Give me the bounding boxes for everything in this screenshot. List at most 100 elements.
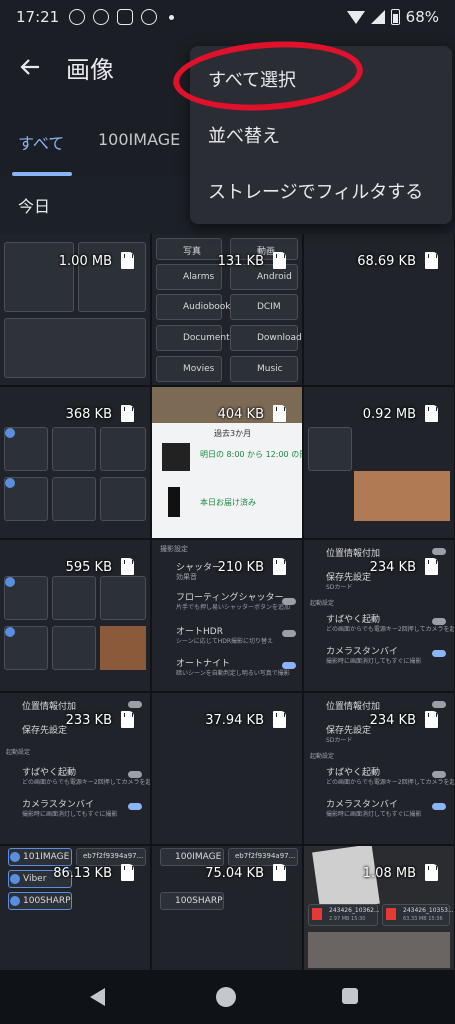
setting-subtitle: 撮影時に画面消灯してもすぐに撮影 [22, 811, 118, 818]
settings-section: 起動設定 [310, 753, 335, 760]
folder-name: 100SHARP [23, 896, 71, 906]
thumbnail[interactable]: 位置情報付加 保存先設定 SDカード 起動設定 すばやく起動 どの画面からでも電… [304, 693, 454, 844]
folder-tile: 100SHARP [160, 892, 224, 910]
file-size: 86.13 KB [53, 866, 112, 881]
check-icon [5, 627, 15, 637]
folder-name: eb7f2f9394a97... [83, 852, 144, 860]
toggle [128, 771, 142, 778]
thumbnail[interactable]: 37.94 KB [152, 693, 302, 844]
check-icon [5, 577, 15, 587]
folder-name: DCIM [257, 302, 281, 312]
folder-tile: Alarms [156, 264, 222, 290]
folder-tile: 写真 [156, 238, 222, 260]
toggle [128, 701, 142, 708]
check-icon [5, 428, 15, 438]
folder-name: Android [257, 272, 292, 282]
file-size: 368 KB [65, 407, 112, 422]
file-size: 68.69 KB [357, 254, 416, 269]
file-meta: 2.97 MB 15:30 [329, 916, 366, 922]
sd-card-icon [121, 558, 134, 575]
thumbnail[interactable]: 撮影設定 シャッター 効果音 フローティングシャッター 片手でも押し易いシャッタ… [152, 540, 302, 691]
folder-tile: Movies [156, 356, 222, 382]
folder-name: eb7f2f9394a97... [235, 852, 296, 860]
settings-section: 起動設定 [6, 749, 31, 756]
thumbnail[interactable]: 368 KB [0, 387, 150, 538]
section-label: 今日 [18, 197, 51, 216]
sd-card-icon [273, 252, 286, 269]
thumb-panel [78, 242, 146, 312]
file-size: 75.04 KB [205, 866, 264, 881]
navigation-bar [0, 970, 455, 1024]
thumbnail[interactable]: 595 KB [0, 540, 150, 691]
check-icon [10, 896, 20, 906]
file-size: 234 KB [369, 560, 416, 575]
thumb-panel [100, 427, 146, 471]
more-notifications-icon [169, 14, 175, 20]
setting-subtitle: 撮影時に画面消灯してもすぐに撮影 [326, 811, 422, 818]
setting-subtitle: SDカード [326, 737, 353, 744]
setting-subtitle: 撮影時に画面消灯してもすぐに撮影 [326, 658, 422, 665]
menu-item-filter-by-storage[interactable]: ストレージでフィルタする [208, 178, 423, 204]
setting-subtitle: 効果音 [176, 573, 197, 581]
thumbnail[interactable]: 位置情報付加 保存先設定 SDカード 起動設定 すばやく起動 どの画面からでも電… [304, 540, 454, 691]
folder-name: 写真 [183, 247, 202, 257]
setting-title: 位置情報付加 [22, 702, 77, 712]
back-button[interactable] [0, 37, 60, 97]
thumbnail[interactable]: 243426_10362... 2.97 MB 15:30 243426_1035… [304, 846, 454, 970]
file-size: 595 KB [65, 560, 112, 575]
status-bar: 17:21 68% [0, 0, 455, 34]
arrow-left-icon [20, 59, 39, 75]
file-name: 243426_10353... [403, 907, 454, 914]
thumbnail[interactable]: 位置情報付加 保存先設定 起動設定 すばやく起動 どの画面からでも電源キー2回押… [0, 693, 150, 844]
setting-title: 保存先設定 [22, 726, 68, 736]
file-type-icon [312, 908, 322, 920]
image-grid: 1.00 MB 写真 動画 Alarms Android Audiobooks … [0, 234, 455, 970]
nav-back-icon[interactable] [90, 988, 105, 1006]
delivery-status: 本日お届け済み [200, 498, 256, 507]
toggle [282, 630, 296, 637]
menu-item-sort[interactable]: 並べ替え [208, 122, 280, 148]
toggle [432, 548, 446, 555]
battery-icon [390, 9, 400, 25]
setting-title: 位置情報付加 [326, 702, 381, 712]
toggle [432, 650, 446, 657]
thumb-photo [354, 471, 450, 521]
thumbnail[interactable]: 0.92 MB [304, 387, 454, 538]
thumbnail[interactable]: 写真 動画 Alarms Android Audiobooks DCIM Doc… [152, 234, 302, 385]
file-type-icon [386, 908, 396, 920]
setting-subtitle: SDカード [326, 584, 353, 591]
thumbnail[interactable]: 100IMAGE eb7f2f9394a97... 100SHARP 75.04… [152, 846, 302, 970]
thumbnail[interactable]: 101IMAGE eb7f2f9394a97... Viber 100SHARP… [0, 846, 150, 970]
sd-card-icon [425, 864, 438, 881]
thumb-photo [100, 626, 146, 670]
thumb-panel [52, 576, 96, 620]
nav-recent-icon[interactable] [342, 988, 358, 1004]
file-name: 243426_10362... [329, 907, 380, 914]
thumb-product [168, 487, 180, 517]
toggle [282, 598, 296, 605]
battery-level: 68% [405, 8, 439, 26]
toggle [432, 701, 446, 708]
sd-card-icon [425, 252, 438, 269]
thumbnail[interactable]: 68.69 KB [304, 234, 454, 385]
thumbnail[interactable]: 過去3か月 明日の 8:00 から 12:00 の間にお届け 本日お届け済み 4… [152, 387, 302, 538]
folder-tile: eb7f2f9394a97... [76, 848, 146, 866]
thumbnail[interactable]: 1.00 MB [0, 234, 150, 385]
tab-100image[interactable]: 100IMAGE [98, 130, 180, 149]
tab-all[interactable]: すべて [18, 130, 64, 154]
folder-name: Music [257, 364, 283, 374]
folder-tile: DCIM [230, 294, 298, 320]
sd-card-icon [425, 711, 438, 728]
sd-card-icon [121, 864, 134, 881]
sd-card-icon [273, 405, 286, 422]
thumb-photo [308, 932, 450, 968]
setting-subtitle: どの画面からでも電源キー2回押してカメラを起動 [22, 779, 150, 786]
nav-home-icon[interactable] [216, 987, 236, 1007]
file-size: 131 KB [217, 254, 264, 269]
clipboard-icon [117, 9, 134, 25]
file-size: 1.08 MB [362, 866, 416, 881]
sd-card-icon [273, 558, 286, 575]
thumb-panel [4, 318, 146, 378]
wifi-icon [346, 10, 365, 24]
folder-name: Alarms [183, 272, 215, 282]
